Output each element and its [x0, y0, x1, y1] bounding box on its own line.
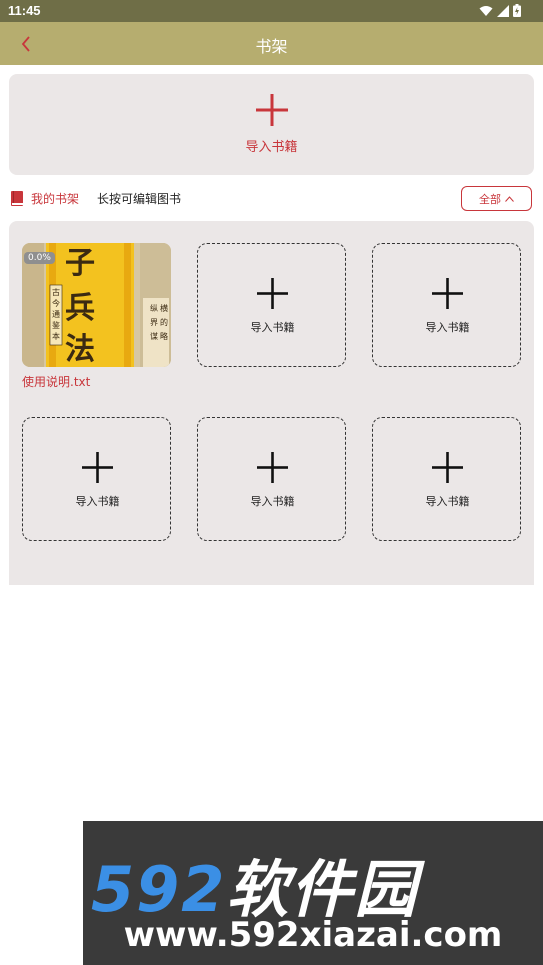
svg-text:纵: 纵 — [150, 304, 158, 313]
svg-text:子: 子 — [65, 246, 95, 281]
chevron-up-icon — [505, 195, 514, 202]
book-icon — [11, 191, 23, 206]
svg-text:法: 法 — [65, 332, 95, 367]
status-icons — [479, 4, 521, 17]
import-slot-label: 导入书籍 — [425, 321, 470, 334]
wifi-icon — [479, 5, 493, 16]
shelf-header: 我的书架 长按可编辑图书 全部 — [0, 186, 543, 212]
filter-dropdown[interactable]: 全部 — [461, 186, 532, 211]
plus-icon — [82, 452, 113, 483]
empty-slot-import[interactable]: 导入书籍 — [372, 417, 521, 541]
plus-icon — [256, 94, 288, 126]
edit-hint: 长按可编辑图书 — [97, 192, 182, 206]
svg-text:今: 今 — [52, 298, 60, 308]
book-cover[interactable]: 子 兵 法 古 今 通 鉴 本 纵 横 界 的 谋 略 0.0% — [22, 243, 171, 367]
import-books-button[interactable]: 导入书籍 — [9, 74, 534, 175]
watermark-url: www.592xiazai.com — [123, 915, 503, 955]
status-bar: 11:45 — [0, 0, 543, 22]
plus-icon — [432, 278, 463, 309]
app-bar: 书架 — [0, 22, 543, 65]
svg-text:界: 界 — [150, 318, 158, 327]
import-books-label: 导入书籍 — [245, 140, 298, 155]
empty-slot-import[interactable]: 导入书籍 — [197, 417, 346, 541]
watermark-logo: 592软件园 www.592xiazai.com — [83, 821, 543, 965]
empty-slot-import[interactable]: 导入书籍 — [372, 243, 521, 367]
empty-slot-import[interactable]: 导入书籍 — [197, 243, 346, 367]
book-title[interactable]: 使用说明.txt — [22, 373, 90, 390]
svg-text:通: 通 — [52, 309, 60, 319]
import-slot-label: 导入书籍 — [250, 321, 295, 334]
svg-text:兵: 兵 — [65, 291, 95, 326]
empty-slot-import[interactable]: 导入书籍 — [22, 417, 171, 541]
svg-text:鉴: 鉴 — [52, 320, 60, 330]
signal-icon — [497, 4, 509, 17]
svg-text:横: 横 — [160, 303, 168, 313]
plus-icon — [257, 278, 288, 309]
battery-icon — [513, 4, 521, 17]
svg-text:本: 本 — [52, 331, 60, 341]
import-slot-label: 导入书籍 — [250, 495, 295, 508]
bookshelf-grid: 子 兵 法 古 今 通 鉴 本 纵 横 界 的 谋 略 0.0% 使用说明.tx… — [9, 221, 534, 585]
status-time: 11:45 — [8, 3, 41, 18]
import-slot-label: 导入书籍 — [425, 495, 470, 508]
svg-text:古: 古 — [52, 287, 60, 297]
plus-icon — [257, 452, 288, 483]
page-title: 书架 — [255, 37, 288, 56]
import-slot-label: 导入书籍 — [75, 495, 120, 508]
reading-progress-badge: 0.0% — [24, 252, 55, 264]
plus-icon — [432, 452, 463, 483]
filter-label: 全部 — [479, 192, 501, 206]
svg-text:的: 的 — [160, 317, 168, 327]
svg-text:谋: 谋 — [150, 331, 158, 341]
svg-text:略: 略 — [160, 331, 168, 341]
my-shelf-label: 我的书架 — [31, 192, 80, 206]
